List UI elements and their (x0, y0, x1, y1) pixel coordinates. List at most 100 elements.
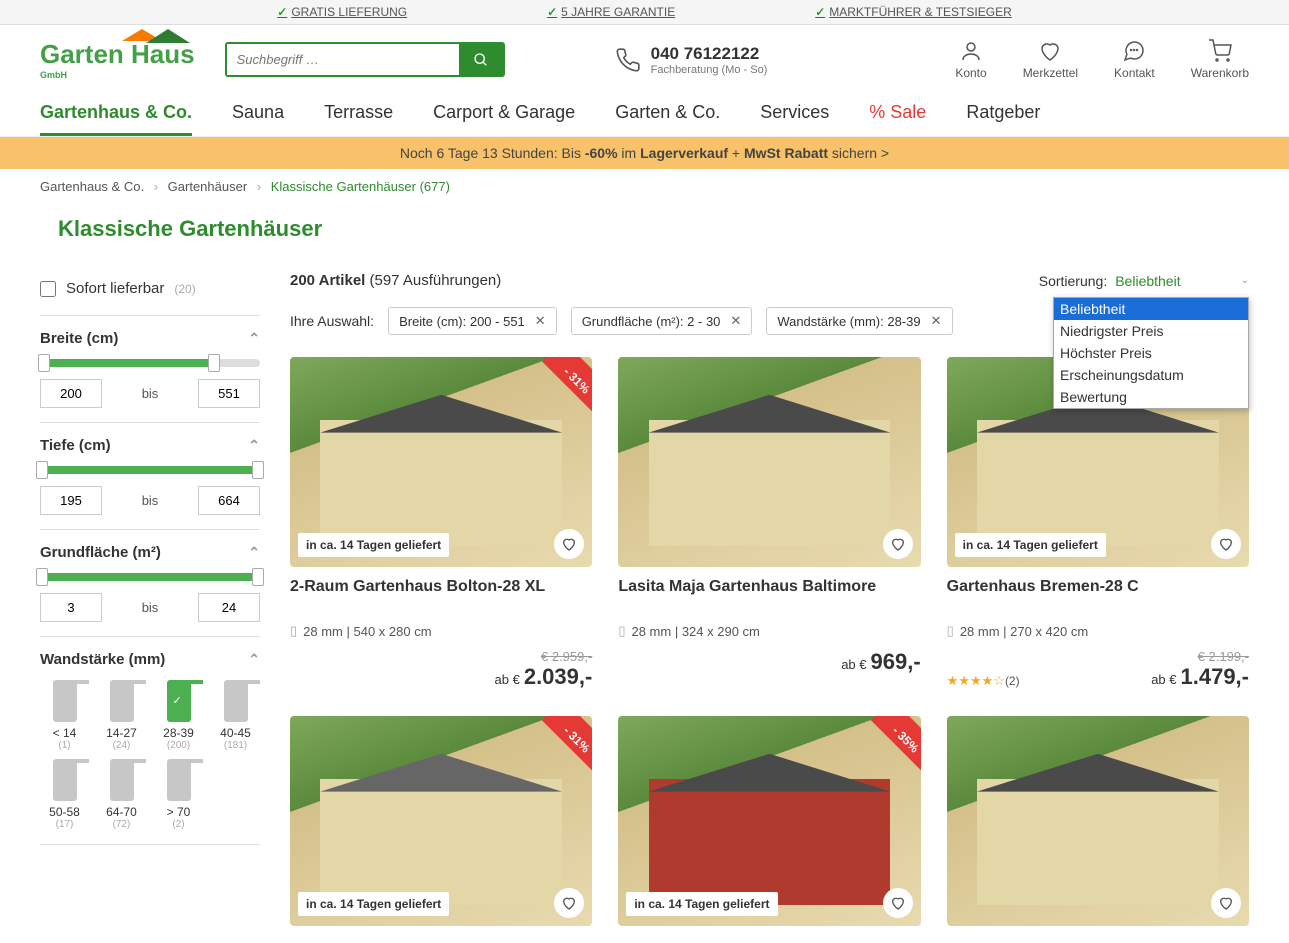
logo-sub: GmbH (40, 70, 195, 80)
delivery-badge: in ca. 14 Tagen geliefert (298, 533, 449, 557)
wand-icon (224, 680, 248, 722)
wishlist-button[interactable] (1211, 529, 1241, 559)
filter-label: Sofort lieferbar (66, 280, 164, 297)
sort-select[interactable]: Beliebtheit ⌄ (1115, 273, 1249, 289)
wand-icon (110, 680, 134, 722)
sort-option[interactable]: Erscheinungsdatum (1054, 364, 1248, 386)
wand-count: (1) (40, 740, 89, 751)
chips-lead: Ihre Auswahl: (290, 313, 374, 329)
filter-range: Tiefe (cm) bis (40, 423, 260, 530)
price: ab €1.479,- (1151, 664, 1249, 690)
wishlist-button[interactable] (554, 529, 584, 559)
nav-item[interactable]: Terrasse (324, 102, 393, 136)
wand-option[interactable]: 28-39 (200) (154, 680, 203, 751)
slider-handle[interactable] (36, 461, 48, 479)
top-link[interactable]: 5 JAHRE GARANTIE (547, 5, 675, 19)
range-from[interactable] (40, 379, 102, 408)
filter-sofort[interactable]: Sofort lieferbar (20) (40, 272, 260, 316)
product-card[interactable]: - 31% in ca. 14 Tagen geliefert 2-Raum G… (290, 357, 592, 690)
range-slider[interactable] (40, 359, 260, 367)
nav-item[interactable]: % Sale (869, 102, 926, 136)
promo-bar[interactable]: Noch 6 Tage 13 Stunden: Bis -60% im Lage… (0, 137, 1289, 169)
search-button[interactable] (459, 44, 503, 75)
filter-range: Breite (cm) bis (40, 316, 260, 423)
breadcrumb-link[interactable]: Gartenhäuser (168, 179, 248, 194)
header-icon-group: Konto Merkzettel Kontakt Warenkorb (955, 39, 1249, 80)
wand-count: (72) (97, 819, 146, 830)
wand-label: 28-39 (154, 726, 203, 740)
rating: ★★★★☆(2) (947, 673, 1020, 688)
filter-range: Grundfläche (m²) bis (40, 530, 260, 637)
wishlist-link[interactable]: Merkzettel (1023, 39, 1078, 80)
slider-handle[interactable] (252, 568, 264, 586)
sort-option[interactable]: Niedrigster Preis (1054, 320, 1248, 342)
wand-option[interactable]: 64-70 (72) (97, 759, 146, 830)
product-card[interactable]: - 35% in ca. 14 Tagen geliefert (618, 716, 920, 926)
product-card[interactable]: - 31% in ca. 14 Tagen geliefert (290, 716, 592, 926)
wand-option[interactable]: > 70 (2) (154, 759, 203, 830)
logo[interactable]: Garten Haus GmbH (40, 39, 195, 80)
range-from[interactable] (40, 593, 102, 622)
promo-text: im (618, 145, 641, 161)
slider-handle[interactable] (208, 354, 220, 372)
sort-option[interactable]: Beliebtheit (1054, 298, 1248, 320)
range-to[interactable] (198, 379, 260, 408)
slider-handle[interactable] (252, 461, 264, 479)
checkbox-sofort[interactable] (40, 281, 56, 297)
wand-count: (200) (154, 740, 203, 751)
wishlist-button[interactable] (883, 529, 913, 559)
filter-head[interactable]: Breite (cm) (40, 330, 260, 347)
price: ab €2.039,- (495, 664, 593, 690)
breadcrumb-link[interactable]: Gartenhaus & Co. (40, 179, 144, 194)
sort-option[interactable]: Bewertung (1054, 386, 1248, 408)
product-title: Lasita Maja Gartenhaus Baltimore (618, 577, 920, 617)
sort-value: Beliebtheit (1115, 273, 1180, 289)
chip-remove[interactable]: ✕ (535, 313, 546, 329)
range-to[interactable] (198, 486, 260, 515)
nav-item[interactable]: Carport & Garage (433, 102, 575, 136)
wand-option[interactable]: 40-45 (181) (211, 680, 260, 751)
wand-option[interactable]: 50-58 (17) (40, 759, 89, 830)
filter-head[interactable]: Grundfläche (m²) (40, 544, 260, 561)
product-card[interactable] (947, 716, 1249, 926)
range-slider[interactable] (40, 466, 260, 474)
product-spec: 28 mm | 324 x 290 cm (618, 623, 920, 639)
nav-item[interactable]: Ratgeber (966, 102, 1040, 136)
icon-label: Warenkorb (1191, 66, 1249, 80)
range-slider[interactable] (40, 573, 260, 581)
promo-text: Lagerverkauf (640, 145, 728, 161)
phone-number: 040 76122122 (651, 44, 768, 64)
filter-head[interactable]: Tiefe (cm) (40, 437, 260, 454)
account-link[interactable]: Konto (955, 39, 986, 80)
nav-item[interactable]: Gartenhaus & Co. (40, 102, 192, 136)
search-box (225, 42, 505, 77)
promo-text: -60% (585, 145, 618, 161)
wishlist-button[interactable] (554, 888, 584, 918)
filter-wandstaerke: Wandstärke (mm) < 14 (1) 14-27 (24) 28-3… (40, 637, 260, 845)
range-sep: bis (108, 600, 192, 615)
slider-handle[interactable] (38, 354, 50, 372)
filter-head[interactable]: Wandstärke (mm) (40, 651, 260, 668)
top-link[interactable]: GRATIS LIEFERUNG (277, 5, 407, 19)
range-to[interactable] (198, 593, 260, 622)
nav-item[interactable]: Sauna (232, 102, 284, 136)
wand-option[interactable]: < 14 (1) (40, 680, 89, 751)
slider-handle[interactable] (36, 568, 48, 586)
sort-dropdown: BeliebtheitNiedrigster PreisHöchster Pre… (1053, 297, 1249, 409)
product-card[interactable]: Lasita Maja Gartenhaus Baltimore 28 mm |… (618, 357, 920, 690)
sort-option[interactable]: Höchster Preis (1054, 342, 1248, 364)
phone-area[interactable]: 040 76122122 Fachberatung (Mo - So) (615, 44, 768, 76)
range-from[interactable] (40, 486, 102, 515)
wishlist-button[interactable] (1211, 888, 1241, 918)
cart-link[interactable]: Warenkorb (1191, 39, 1249, 80)
wand-count: (17) (40, 819, 89, 830)
contact-link[interactable]: Kontakt (1114, 39, 1155, 80)
wishlist-button[interactable] (883, 888, 913, 918)
search-input[interactable] (227, 44, 459, 75)
nav-item[interactable]: Garten & Co. (615, 102, 720, 136)
wand-option[interactable]: 14-27 (24) (97, 680, 146, 751)
top-link[interactable]: MARKTFÜHRER & TESTSIEGER (815, 5, 1012, 19)
nav-item[interactable]: Services (760, 102, 829, 136)
chip-remove[interactable]: ✕ (730, 313, 741, 329)
chip-remove[interactable]: ✕ (931, 313, 942, 329)
